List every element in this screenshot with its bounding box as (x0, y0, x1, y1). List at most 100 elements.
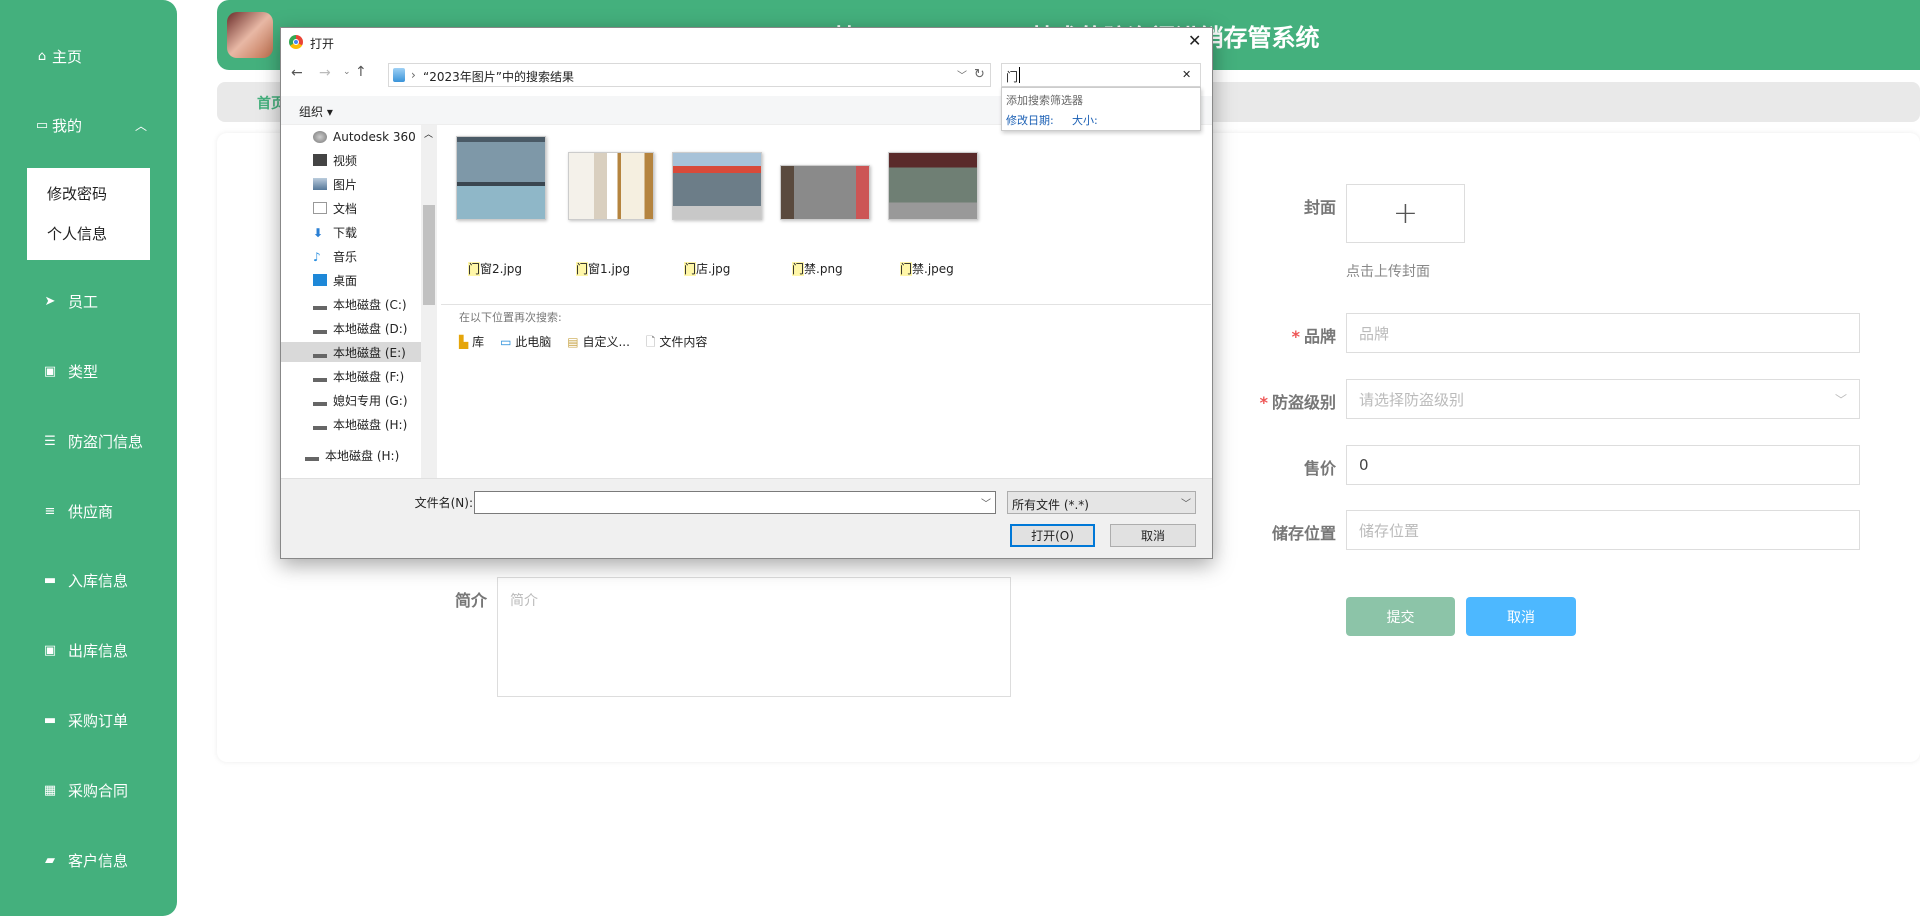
nav-item-selected[interactable]: 本地磁盘 (E:) (281, 342, 421, 362)
nav-item[interactable]: 媳妇专用 (G:) (313, 390, 433, 410)
nav-item[interactable]: ♪ 音乐 (313, 246, 433, 266)
file-thumbnail (568, 152, 654, 220)
brand-input[interactable]: 品牌 (1346, 313, 1860, 353)
sidebar-item-home[interactable]: ⌂ 主页 (0, 36, 177, 76)
drive-icon (313, 394, 327, 406)
dialog-cancel-button[interactable]: 取消 (1110, 524, 1196, 547)
clear-search-icon[interactable]: ✕ (1182, 68, 1191, 81)
nav-scrollbar[interactable]: ︿ ﹀ (421, 125, 437, 505)
submenu-profile[interactable]: 个人信息 (47, 223, 107, 244)
pictures-icon (313, 178, 327, 190)
address-text: “2023年图片”中的搜索结果 (423, 70, 574, 84)
sidebar-item-type[interactable]: ▣ 类型 (0, 351, 177, 391)
address-dropdown-icon[interactable]: ﹀ (957, 67, 967, 82)
search-input[interactable]: 门 ✕ (1001, 63, 1201, 87)
submenu: 修改密码 个人信息 (27, 168, 150, 260)
level-select[interactable]: 请选择防盗级别 ﹀ (1346, 379, 1860, 419)
card-icon: ▭ (35, 117, 49, 133)
filename-dropdown-icon[interactable]: ﹀ (981, 495, 991, 510)
filename-input[interactable]: ﹀ (474, 491, 996, 514)
filter-size[interactable]: 大小: (1072, 112, 1098, 128)
desktop-icon (313, 274, 327, 286)
nav-item[interactable]: Autodesk 360 (313, 127, 433, 147)
nav-item[interactable]: 本地磁盘 (F:) (313, 366, 433, 386)
nav-item[interactable]: 桌面 (313, 270, 433, 290)
sidebar-item-supplier[interactable]: ≡ 供应商 (0, 491, 177, 531)
filter-modified-date[interactable]: 修改日期: (1006, 112, 1054, 128)
location-input[interactable]: 储存位置 (1346, 510, 1860, 550)
avatar[interactable] (227, 12, 273, 58)
drive-icon (313, 346, 327, 358)
address-bar[interactable]: › “2023年图片”中的搜索结果 › ﹀ ↻ (388, 63, 991, 87)
recent-chevron-icon[interactable]: ⌄ (343, 67, 351, 77)
back-icon[interactable]: ← (291, 65, 303, 81)
search-file-contents[interactable]: 🗋 文件内容 (646, 333, 708, 354)
brand-label: * 品牌 (1291, 327, 1336, 346)
nav-item[interactable]: 本地磁盘 (D:) (313, 318, 433, 338)
list-icon: ≡ (44, 503, 56, 519)
nav-item[interactable]: 文档 (313, 198, 433, 218)
drive-icon (313, 418, 327, 430)
nav-item[interactable]: 视频 (313, 150, 433, 170)
intro-textarea[interactable]: 简介 (497, 577, 1011, 697)
filetype-select[interactable]: 所有文件 (*.*) ﹀ (1007, 491, 1196, 514)
forward-icon[interactable]: → (319, 65, 331, 81)
home-icon: ⌂ (37, 48, 47, 64)
search-custom[interactable]: ▤ 自定义... (567, 333, 630, 354)
search-this-pc[interactable]: ▭ 此电脑 (500, 333, 551, 354)
file-search-icon: 🗋 (645, 335, 656, 349)
open-button[interactable]: 打开(O) (1010, 524, 1095, 547)
sidebar-item-staff[interactable]: ➤ 员工 (0, 281, 177, 321)
up-icon[interactable]: ↑ (355, 64, 367, 80)
computer-icon: ▭ (500, 335, 512, 349)
sidebar-item-stock-out[interactable]: ▣ 出库信息 (0, 630, 177, 670)
sidebar-item-customer[interactable]: ▰ 客户信息 (0, 840, 177, 880)
file-open-dialog: 打开 ✕ ← → ⌄ ↑ › “2023年图片”中的搜索结果 › ﹀ ↻ 门 ✕… (280, 27, 1213, 559)
sidebar-item-purchase-contract[interactable]: ▦ 采购合同 (0, 770, 177, 810)
scroll-thumb[interactable] (423, 205, 435, 305)
location-label: 储存位置 (1271, 524, 1336, 543)
sidebar-item-stock-in[interactable]: ▬ 入库信息 (0, 560, 177, 600)
submit-button[interactable]: 提交 (1346, 597, 1455, 636)
divider (441, 304, 1211, 305)
refresh-icon[interactable]: ↻ (974, 67, 985, 82)
documents-icon (313, 202, 327, 214)
close-icon[interactable]: ✕ (1188, 31, 1201, 50)
price-input[interactable]: 0 (1346, 445, 1860, 485)
search-library[interactable]: ▙ 库 (459, 333, 484, 354)
nav-item[interactable]: 本地磁盘 (H:) (305, 445, 425, 465)
chevron-down-icon: ﹀ (1181, 499, 1191, 510)
chevron-up-icon: ︿ (135, 118, 148, 133)
nav-item[interactable]: 本地磁盘 (H:) (313, 414, 433, 434)
search-locations: ▙ 库 ▭ 此电脑 ▤ 自定义... 🗋 文件内容 (459, 333, 707, 354)
dialog-title: 打开 (310, 37, 335, 51)
video-icon (313, 154, 327, 166)
upload-cover-button[interactable]: + (1346, 184, 1465, 243)
drive-icon (313, 322, 327, 334)
grid-icon: ▦ (43, 782, 57, 798)
nav-item[interactable]: ⬇ 下载 (313, 222, 433, 242)
library-icon: ▙ (459, 335, 469, 349)
file-thumbnail (780, 165, 870, 220)
cancel-button[interactable]: 取消 (1466, 597, 1576, 636)
chevron-down-icon: ﹀ (1834, 392, 1847, 407)
search-folder-icon (393, 68, 405, 82)
drive-icon (313, 298, 327, 310)
file-thumbnail (672, 152, 762, 220)
wallet-icon: ▰ (45, 852, 55, 868)
nav-item[interactable]: 图片 (313, 174, 433, 194)
organize-button[interactable]: 组织 ▾ (299, 103, 333, 120)
intro-label: 简介 (454, 591, 487, 610)
sidebar-item-mine[interactable]: ▭ 我的 ︿ (0, 105, 177, 145)
nav-item[interactable]: 本地磁盘 (C:) (313, 294, 433, 314)
price-label: 售价 (1303, 459, 1336, 478)
sidebar-item-door-info[interactable]: ☰ 防盗门信息 (0, 421, 177, 461)
sidebar-item-purchase-order[interactable]: ▬ 采购订单 (0, 700, 177, 740)
submenu-change-password[interactable]: 修改密码 (47, 183, 107, 204)
cover-label: 封面 (1303, 198, 1336, 217)
file-thumbnail (888, 152, 978, 220)
file-thumbnail (456, 136, 546, 220)
custom-folder-icon: ▤ (567, 335, 579, 349)
search-again-label: 在以下位置再次搜索: (459, 311, 562, 324)
briefcase-icon: ▬ (43, 572, 57, 588)
